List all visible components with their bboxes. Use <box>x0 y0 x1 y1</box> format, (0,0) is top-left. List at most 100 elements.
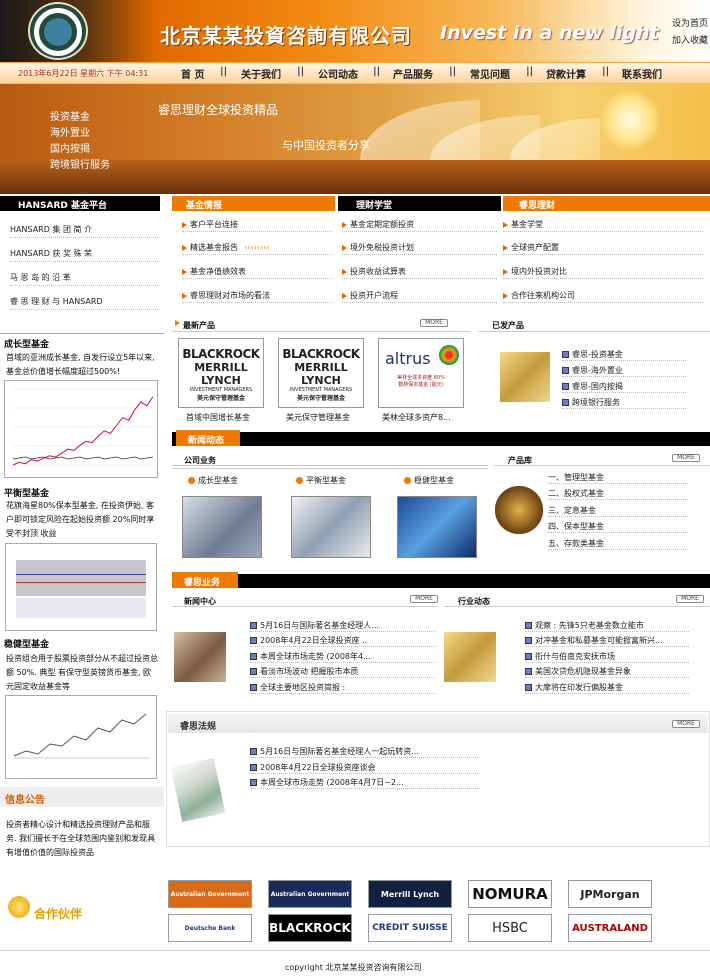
square-bullet-icon <box>250 779 257 786</box>
latest-title: 最新产品 <box>183 321 215 330</box>
product-logo-text: 美元保守管理基金 <box>196 395 245 402</box>
banner-menu-funds[interactable]: 投资基金 <box>50 108 90 123</box>
partner-logo[interactable]: JPMorgan <box>568 880 652 908</box>
growth-chart <box>4 380 158 478</box>
notice-text: 投资者精心设计和精选投资理财产品和服务. 我们擅长于在全球范围内鉴别和发现具有增… <box>6 820 156 857</box>
arrow-icon <box>503 221 508 228</box>
news-item[interactable]: 2008年4月22日全球投资座 .. <box>250 635 436 647</box>
nav-home[interactable]: 首 页 <box>181 66 204 81</box>
latest-more-button[interactable]: MORE <box>420 319 448 327</box>
company-logo[interactable] <box>28 2 88 60</box>
finance-school-item[interactable]: 投资收益试算表 <box>342 266 497 279</box>
issued-item[interactable]: 跨境银行服务 <box>562 397 686 409</box>
partner-logo[interactable]: Australian Government <box>168 880 252 908</box>
news-title: 新闻动态 <box>176 430 240 446</box>
news-item[interactable]: 全球主要地区投资简报 : <box>250 682 436 694</box>
banner-menu-mortgage[interactable]: 国内按揭 <box>50 140 90 155</box>
news-item[interactable]: 5月16日与国际著名基金经理人... <box>250 620 436 632</box>
growth-fund-text: 首域的亚洲成长基金, 自发行设立5年以来, 基金总价值增长幅度超过500%! <box>6 353 155 376</box>
partner-logo[interactable]: Merrill Lynch <box>368 880 452 908</box>
issued-item[interactable]: 睿思-海外置业 <box>562 365 686 377</box>
fund-info-item[interactable]: 客户平台连接 <box>182 219 332 232</box>
news-item[interactable]: 本周全球市场走势 (2008年4... <box>250 651 436 663</box>
product-library-item[interactable]: 四、保本型基金 <box>548 521 688 533</box>
product-caption[interactable]: 美林全球多资产8... <box>382 412 451 423</box>
fund-type-link[interactable]: 平衡型基金 <box>296 475 346 486</box>
regs-item[interactable]: 2008年4月22日全球投资座谈会 <box>250 762 480 774</box>
nav-loan-calc[interactable]: 贷款计算 <box>546 66 586 81</box>
industry-item[interactable]: 大摩将在印发行偏股基金 <box>525 682 689 694</box>
finance-school-item[interactable]: 境外免税投资计划 <box>342 242 497 255</box>
arrow-icon <box>175 320 180 326</box>
industry-more-button[interactable]: MORE <box>676 595 704 603</box>
nav-contact[interactable]: 联系我们 <box>622 66 662 81</box>
gold-eggs-image <box>495 486 543 534</box>
nav-products[interactable]: 产品服务 <box>393 66 433 81</box>
fund-type-link[interactable]: 成长型基金 <box>188 475 238 486</box>
square-bullet-icon <box>525 622 532 629</box>
fund-type-link[interactable]: 稳健型基金 <box>404 475 454 486</box>
nav-about[interactable]: 关于我们 <box>241 66 281 81</box>
product-card[interactable]: altrus 美林全球多資產 80% 動態保本基金 (歐元) <box>378 338 464 408</box>
nav-faq[interactable]: 常见问题 <box>470 66 510 81</box>
regs-item[interactable]: 本周全球市场走势 (2008年4月7日~2... <box>250 777 480 789</box>
finance-school-item[interactable]: 基金定期定额投资 <box>342 219 497 232</box>
product-caption[interactable]: 首域中国增长基金 <box>186 412 250 423</box>
regs-more-button[interactable]: MORE <box>672 720 700 728</box>
partner-logo[interactable]: HSBC <box>468 914 552 942</box>
regs-item[interactable]: 5月16日与国际著名基金经理人一起玩转资... <box>250 746 480 758</box>
issued-item[interactable]: 睿思-国内按揭 <box>562 381 686 393</box>
product-library-item[interactable]: 二、股权式基金 <box>548 488 688 500</box>
add-favorite-link[interactable]: 加入收藏 <box>672 33 708 46</box>
product-card[interactable]: BLACKROCK MERRILL LYNCH INVESTMENT MANAG… <box>278 338 364 408</box>
series-line <box>12 396 154 466</box>
product-library-more-button[interactable]: MORE <box>672 454 700 462</box>
rethink-item[interactable]: 合作往来机构公司 <box>503 290 703 303</box>
partner-logo[interactable]: Australian Government <box>268 880 352 908</box>
fund-info-item[interactable]: 精选基金报告 ‹‹‹‹‹‹‹‹ <box>182 242 332 255</box>
industry-item[interactable]: 美国次贷危机隐现基金异象 <box>525 666 689 678</box>
partner-logo[interactable]: Deutsche Bank <box>168 914 252 942</box>
balanced-fund-text: 花旗海星80%保本型基金, 在投资伊始, 客户即可锁定风险在起始投资额 20%同… <box>6 501 155 538</box>
issued-item[interactable]: 睿思-投资基金 <box>562 349 686 361</box>
partner-logo[interactable]: CREDIT SUISSE <box>368 914 452 942</box>
platform-item[interactable]: 睿 思 理 财 与 HANSARD <box>10 296 160 310</box>
product-library-item[interactable]: 五、存款类基金 <box>548 538 688 550</box>
product-library-item[interactable]: 一、管理型基金 <box>548 472 688 484</box>
industry-item[interactable]: 衔什与伯南克安抚市场 <box>525 651 689 663</box>
set-home-link[interactable]: 设为首页 <box>672 16 708 29</box>
finance-school-item[interactable]: 投资开户流程 <box>342 290 497 303</box>
industry-item[interactable]: 观察 : 先锋5只老基金数立能市 <box>525 620 689 632</box>
partner-logo[interactable]: NOMURA <box>468 880 552 908</box>
nav-company-news[interactable]: 公司动态 <box>318 66 358 81</box>
news-item[interactable]: 看淡市场波动 把握股市本质 <box>250 666 436 678</box>
platform-item[interactable]: HANSARD 集 团 简 介 <box>10 224 160 238</box>
fund-info-item[interactable]: 睿思理财对市场的看法 <box>182 290 332 303</box>
sun-graphic <box>600 90 660 150</box>
partner-logo[interactable]: BLACKROCK <box>268 914 352 942</box>
gold-bars-image <box>444 632 496 682</box>
square-bullet-icon <box>562 367 569 374</box>
square-bullet-icon <box>250 637 257 644</box>
square-bullet-icon <box>250 668 257 675</box>
partner-logo[interactable]: AUSTRALAND <box>568 914 652 942</box>
platform-item[interactable]: HANSARD 获 奖 殊 荣 <box>10 248 160 262</box>
news-center-more-button[interactable]: MORE <box>410 595 438 603</box>
company-business-header <box>172 452 488 466</box>
platform-item[interactable]: 马 恩 岛 的 沿 革 <box>10 272 160 286</box>
rethink-item[interactable]: 全球资产配置 <box>503 242 703 255</box>
banner-menu-overseas[interactable]: 海外置业 <box>50 124 90 139</box>
industry-item[interactable]: 对冲基金和私募基金可能掀富新兴... <box>525 635 689 647</box>
rethink-item[interactable]: 基金学堂 <box>503 219 703 232</box>
rethink-item[interactable]: 境内外投资对比 <box>503 266 703 279</box>
product-library-item[interactable]: 三、定息基金 <box>548 505 688 517</box>
banner-menu-banking[interactable]: 跨境银行服务 <box>50 156 110 171</box>
square-bullet-icon <box>525 653 532 660</box>
product-caption[interactable]: 美元保守管理基金 <box>286 412 350 423</box>
issued-title: 已发产品 <box>492 321 524 330</box>
fund-info-item[interactable]: 基金净值绩效表 <box>182 266 332 279</box>
product-card[interactable]: BLACKROCK MERRILL LYNCH INVESTMENT MANAG… <box>178 338 264 408</box>
orange-dot-icon <box>188 477 195 484</box>
stable-fund-title: 稳健型基金 <box>4 640 50 650</box>
business-title: 睿思业务 <box>172 572 238 588</box>
